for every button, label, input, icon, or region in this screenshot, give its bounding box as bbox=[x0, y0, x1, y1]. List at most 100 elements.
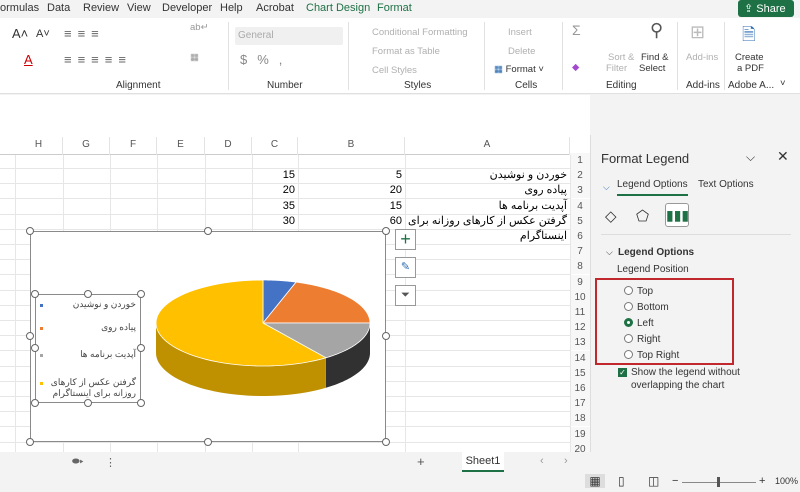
resize-handle[interactable] bbox=[137, 344, 145, 352]
zoom-in-icon[interactable]: + bbox=[759, 475, 765, 487]
cell-a[interactable]: گرفتن عکس از کارهای روزانه برای اینستاگر… bbox=[405, 214, 570, 242]
row-header[interactable]: 20 bbox=[570, 441, 590, 452]
tab-review[interactable]: Review bbox=[83, 2, 119, 14]
align-top-icons[interactable]: ≡≡≡ bbox=[64, 26, 105, 41]
prev-sheet-icon[interactable]: ‹ bbox=[540, 455, 544, 467]
conditional-formatting-button[interactable]: Conditional Formatting bbox=[372, 27, 468, 38]
clear-icon[interactable]: ◆ bbox=[572, 62, 579, 73]
row-header[interactable]: 18 bbox=[570, 411, 590, 427]
cell-c[interactable]: 35 bbox=[252, 199, 298, 214]
radio-bottom[interactable]: Bottom bbox=[624, 302, 669, 313]
autosum-icon[interactable]: Σ bbox=[572, 22, 581, 38]
radio-top-right[interactable]: Top Right bbox=[624, 350, 679, 361]
tab-acrobat[interactable]: Acrobat bbox=[256, 2, 294, 14]
resize-handle[interactable] bbox=[84, 399, 92, 407]
row-header[interactable]: 10 bbox=[570, 289, 590, 305]
normal-view-icon[interactable]: ▦ bbox=[585, 474, 605, 488]
legend-entry[interactable]: گرفتن عکس از کارهای روزانه برای اینستاگر… bbox=[44, 377, 136, 399]
cell-a[interactable]: پیاده روی bbox=[405, 183, 570, 198]
row-header[interactable]: 6 bbox=[570, 229, 590, 244]
row-header[interactable]: 9 bbox=[570, 274, 590, 290]
align-left-icons[interactable]: ≡≡≡≡≡ bbox=[64, 52, 132, 67]
zoom-out-icon[interactable]: − bbox=[672, 475, 678, 487]
cell-a[interactable]: خوردن و نوشیدن bbox=[405, 168, 570, 183]
resize-handle[interactable] bbox=[204, 438, 212, 446]
cell-b[interactable]: 60 bbox=[298, 214, 405, 229]
pane-options-chevron-icon[interactable]: ⌵ bbox=[746, 150, 755, 165]
increase-font-icon[interactable]: A˄ bbox=[12, 26, 28, 41]
decrease-font-icon[interactable]: A˅ bbox=[36, 28, 50, 40]
next-sheet-icon[interactable]: › bbox=[564, 455, 568, 467]
more-icon[interactable]: ⋮ bbox=[105, 456, 116, 469]
close-icon[interactable]: ✕ bbox=[777, 148, 789, 165]
resize-handle[interactable] bbox=[382, 332, 390, 340]
row-header[interactable]: 8 bbox=[570, 259, 590, 275]
legend-entry[interactable]: پیاده روی bbox=[44, 322, 136, 333]
resize-handle[interactable] bbox=[84, 290, 92, 298]
cell-c[interactable]: 20 bbox=[252, 183, 298, 198]
sheet-tab[interactable]: Sheet1 bbox=[462, 452, 504, 472]
radio-left[interactable]: Left bbox=[624, 318, 654, 329]
cell-b[interactable]: 20 bbox=[298, 183, 405, 198]
column-header-F[interactable]: F bbox=[110, 137, 157, 155]
radio-top[interactable]: Top bbox=[624, 286, 653, 297]
chart-elements-plus-icon[interactable]: + bbox=[395, 229, 416, 250]
wrap-text-icon[interactable]: ab↵ bbox=[190, 22, 209, 33]
section-legend-options[interactable]: Legend Options bbox=[618, 247, 694, 258]
addins-button[interactable]: Add-ins bbox=[686, 52, 718, 63]
cell-a[interactable]: آپدیت برنامه ها bbox=[405, 199, 570, 214]
number-format-select[interactable]: General bbox=[235, 27, 343, 45]
cell-styles-button[interactable]: Cell Styles bbox=[372, 65, 417, 76]
resize-handle[interactable] bbox=[26, 227, 34, 235]
row-header[interactable]: 13 bbox=[570, 335, 590, 351]
font-color-icon[interactable]: A bbox=[24, 52, 33, 67]
sort-filter-button[interactable]: Sort & bbox=[608, 52, 634, 63]
cell-b[interactable]: 5 bbox=[298, 168, 405, 183]
resize-handle[interactable] bbox=[137, 399, 145, 407]
resize-handle[interactable] bbox=[204, 227, 212, 235]
resize-handle[interactable] bbox=[382, 438, 390, 446]
row-header[interactable]: 3 bbox=[570, 183, 590, 199]
chart-styles-brush-icon[interactable]: ✎ bbox=[395, 257, 416, 278]
add-sheet-icon[interactable]: + bbox=[417, 454, 425, 469]
tab-help[interactable]: Help bbox=[220, 2, 243, 14]
zoom-slider-thumb[interactable] bbox=[717, 477, 720, 487]
column-header-G[interactable]: G bbox=[63, 137, 110, 155]
tab-developer[interactable]: Developer bbox=[162, 2, 212, 14]
row-header[interactable]: 16 bbox=[570, 381, 590, 396]
column-header-D[interactable]: D bbox=[205, 137, 252, 155]
effects-icon[interactable]: ⬠ bbox=[636, 207, 649, 225]
row-header[interactable]: 1 bbox=[570, 153, 590, 168]
share-button[interactable]: ⇪ Share ˅ bbox=[738, 0, 794, 27]
tab-chart-design[interactable]: Chart Design bbox=[306, 2, 370, 14]
resize-handle[interactable] bbox=[31, 344, 39, 352]
tab-format[interactable]: Format bbox=[377, 2, 412, 14]
row-header[interactable]: 4 bbox=[570, 198, 590, 214]
tab-text-options[interactable]: Text Options bbox=[698, 179, 754, 190]
tab-view[interactable]: View bbox=[127, 2, 151, 14]
number-format-icons[interactable]: $%, bbox=[240, 52, 292, 67]
insert-button[interactable]: Insert bbox=[508, 27, 532, 38]
chart-filters-funnel-icon[interactable]: ⏷ bbox=[395, 285, 416, 306]
row-header[interactable]: 17 bbox=[570, 396, 590, 412]
row-header[interactable]: 7 bbox=[570, 244, 590, 260]
delete-button[interactable]: Delete bbox=[508, 46, 535, 57]
resize-handle[interactable] bbox=[26, 332, 34, 340]
column-header-H[interactable]: H bbox=[15, 137, 63, 155]
create-pdf-button[interactable]: Create bbox=[735, 52, 764, 63]
column-header-C[interactable]: C bbox=[252, 137, 298, 155]
format-as-table-button[interactable]: Format as Table bbox=[372, 46, 440, 57]
collapse-ribbon-icon[interactable]: ˅ bbox=[780, 78, 786, 89]
cell-c[interactable]: 15 bbox=[252, 168, 298, 183]
row-header[interactable]: 11 bbox=[570, 305, 590, 320]
row-header[interactable]: 12 bbox=[570, 320, 590, 336]
tab-legend-options[interactable]: Legend Options bbox=[617, 179, 688, 196]
tab-data[interactable]: Data bbox=[47, 2, 70, 14]
legend-entry[interactable]: خوردن و نوشیدن bbox=[44, 299, 136, 310]
column-header-E[interactable]: E bbox=[157, 137, 205, 155]
resize-handle[interactable] bbox=[26, 438, 34, 446]
overlap-checkbox[interactable]: ✓ bbox=[618, 368, 627, 377]
cell-c[interactable]: 30 bbox=[252, 214, 298, 229]
page-break-icon[interactable]: ◫ bbox=[648, 474, 659, 488]
column-header-A[interactable]: A bbox=[405, 137, 570, 155]
